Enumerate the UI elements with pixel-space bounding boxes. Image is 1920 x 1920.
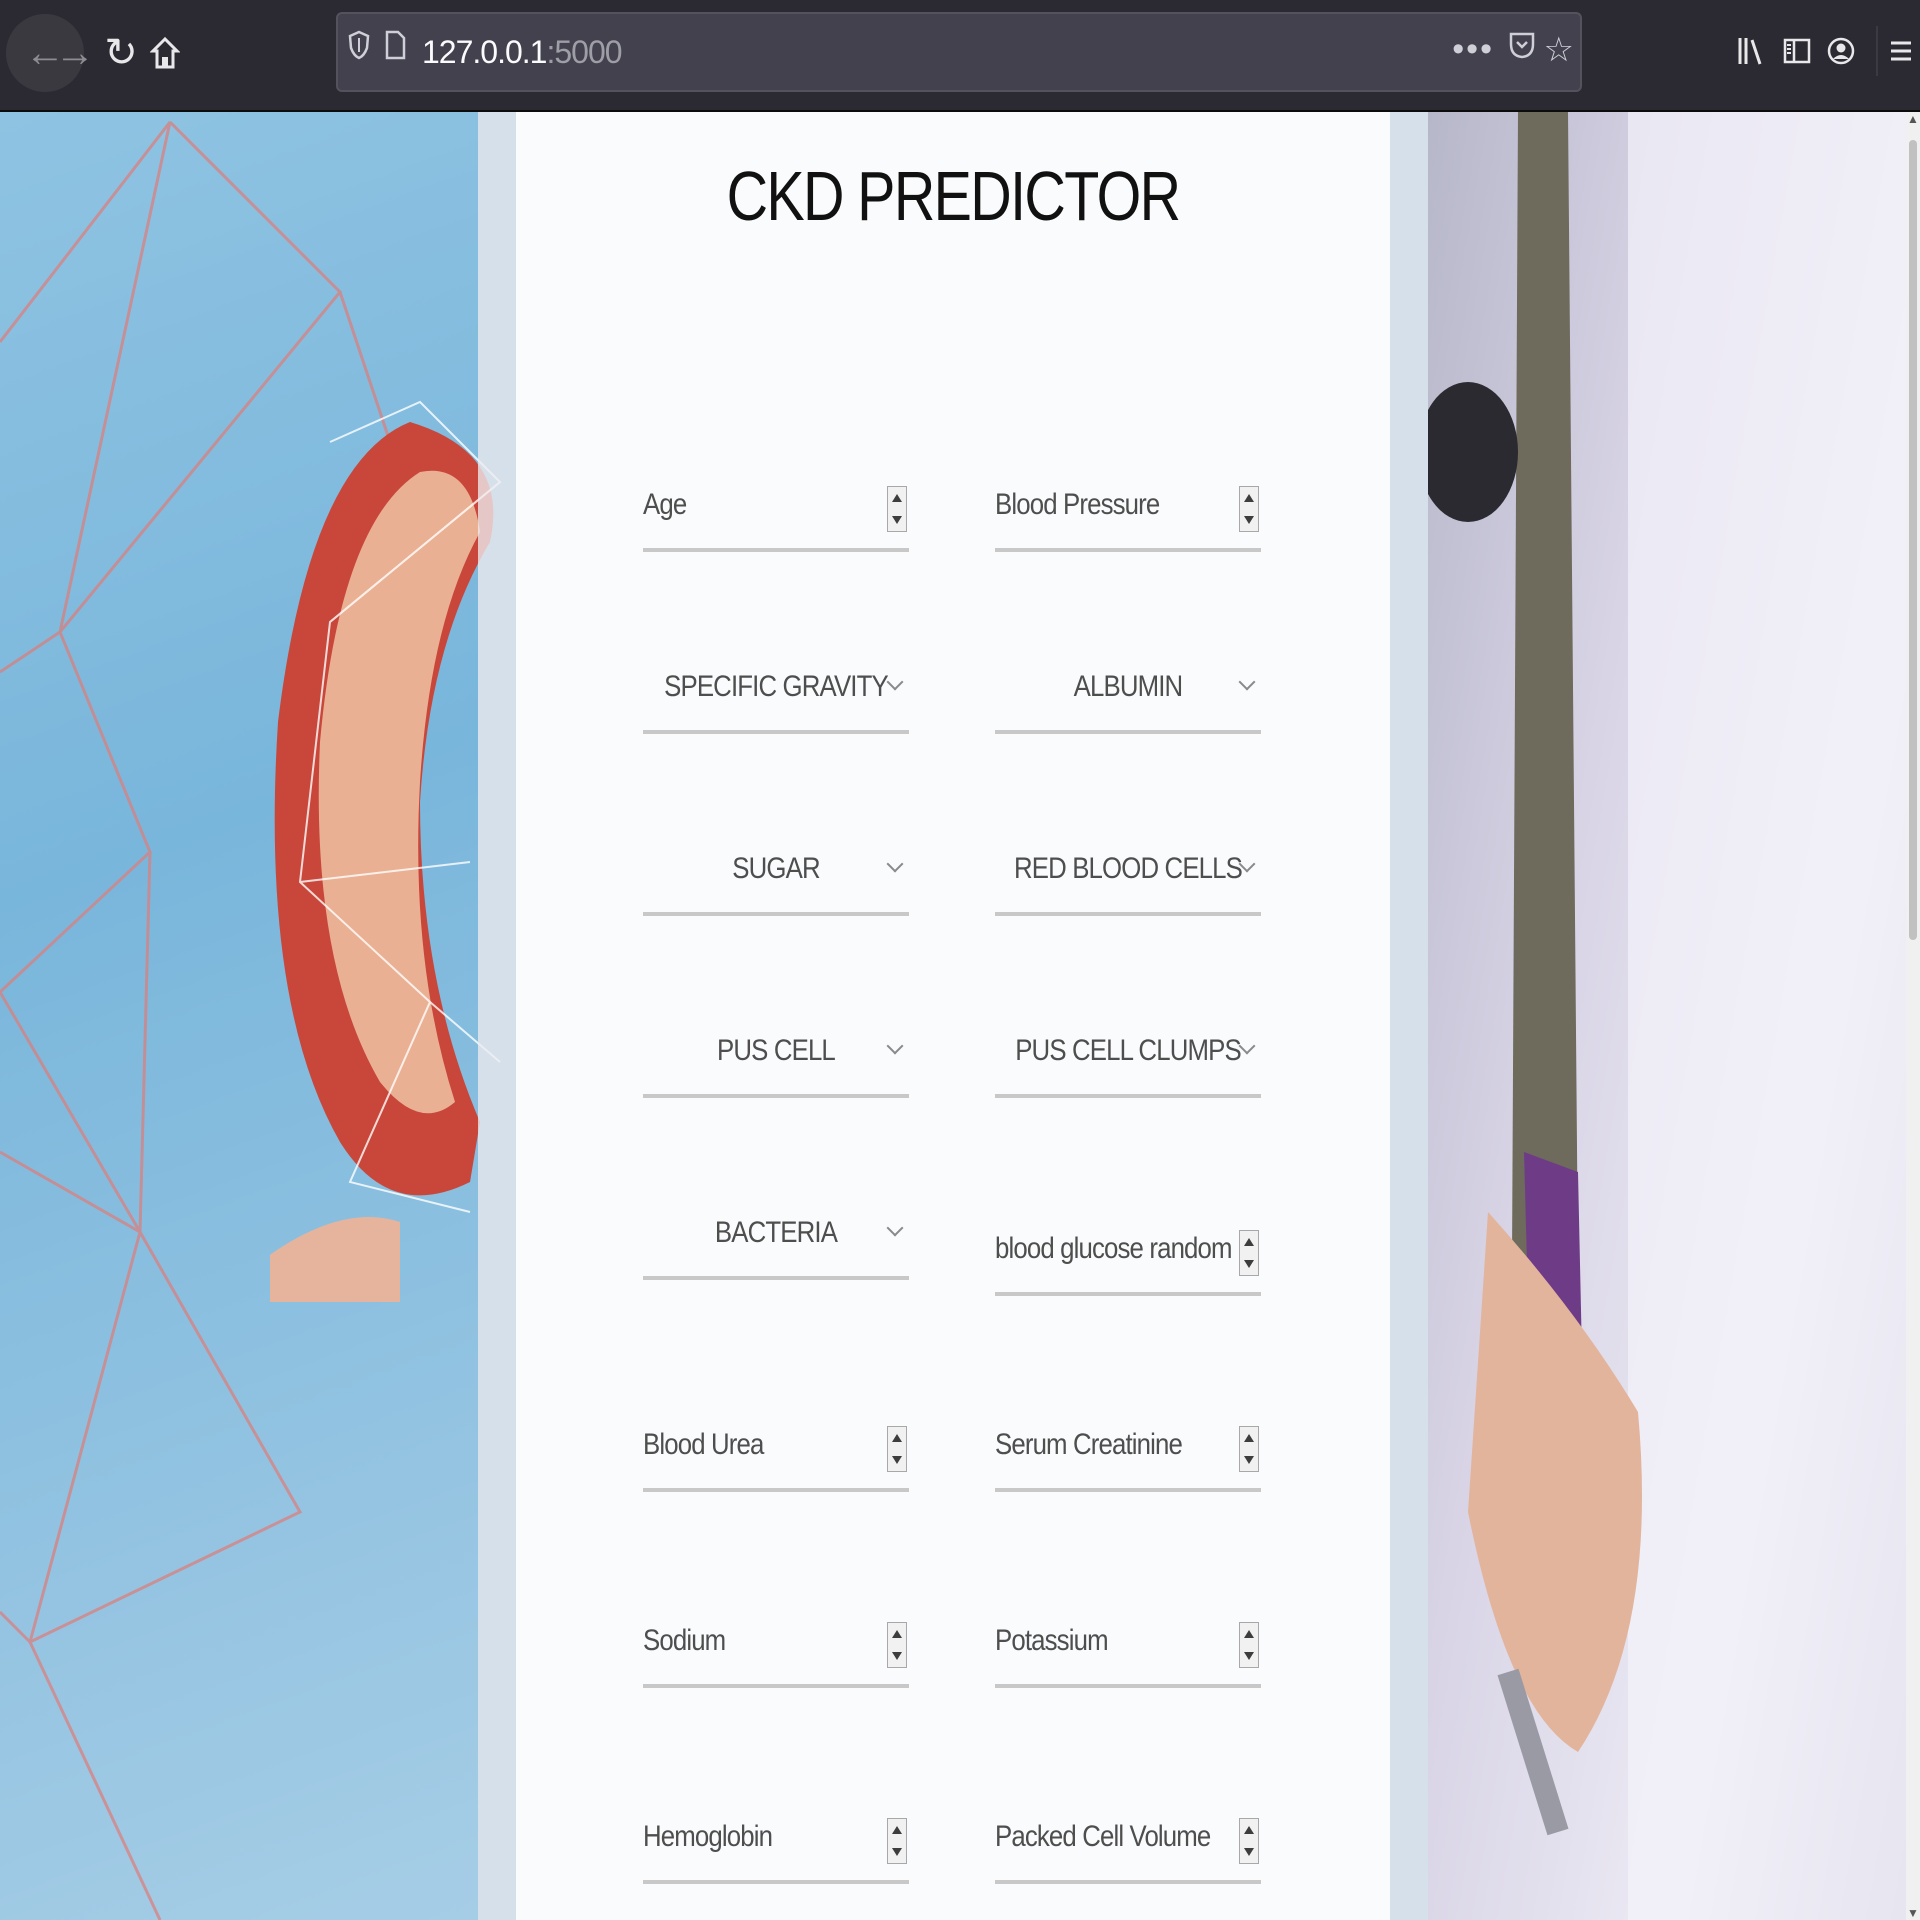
home-button[interactable] bbox=[126, 14, 204, 92]
bacteria-selected: BACTERIA bbox=[714, 1216, 838, 1249]
library-icon[interactable] bbox=[1728, 26, 1774, 76]
age-input[interactable]: Age bbox=[643, 472, 909, 552]
blood-glucose-random-placeholder: blood glucose random bbox=[995, 1232, 1233, 1265]
doctor-clipboard-illustration bbox=[1418, 112, 1906, 1920]
albumin-select[interactable]: ALBUMIN bbox=[995, 654, 1261, 734]
sugar-selected: SUGAR bbox=[732, 852, 820, 885]
sugar-select[interactable]: SUGAR bbox=[643, 836, 909, 916]
blood-urea-spinner[interactable] bbox=[887, 1426, 907, 1472]
pus-cell-select[interactable]: PUS CELL bbox=[643, 1018, 909, 1098]
specific-gravity-select[interactable]: SPECIFIC GRAVITY bbox=[643, 654, 909, 734]
hamburger-menu-icon[interactable] bbox=[1876, 26, 1920, 76]
home-icon bbox=[150, 36, 180, 69]
age-spinner[interactable] bbox=[887, 486, 907, 532]
url-bar[interactable]: 127.0.0.1:5000 ••• ☆ bbox=[336, 12, 1582, 92]
blood-glucose-random-input[interactable]: blood glucose random bbox=[995, 1216, 1261, 1296]
albumin-selected: ALBUMIN bbox=[1073, 670, 1184, 703]
potassium-placeholder: Potassium bbox=[995, 1624, 1109, 1657]
page-title: CKD PREDICTOR bbox=[726, 157, 1181, 235]
page-scrollbar[interactable]: ▲ ▼ bbox=[1906, 112, 1920, 1920]
blood-urea-input[interactable]: Blood Urea bbox=[643, 1412, 909, 1492]
age-placeholder: Age bbox=[643, 488, 687, 521]
background-right-image bbox=[1418, 112, 1906, 1920]
browser-toolbar: ← → ↻ 127.0.0.1:5000 ••• ☆ bbox=[0, 0, 1920, 112]
serum-creatinine-spinner[interactable] bbox=[1239, 1426, 1259, 1472]
packed-cell-volume-spinner[interactable] bbox=[1239, 1818, 1259, 1864]
scroll-down-arrow-icon[interactable]: ▼ bbox=[1906, 1906, 1920, 1920]
url-port: :5000 bbox=[546, 34, 622, 70]
pocket-icon[interactable] bbox=[1508, 30, 1536, 69]
scroll-up-arrow-icon[interactable]: ▲ bbox=[1906, 112, 1920, 126]
sodium-input[interactable]: Sodium bbox=[643, 1608, 909, 1688]
serum-creatinine-input[interactable]: Serum Creatinine bbox=[995, 1412, 1261, 1492]
hemoglobin-input[interactable]: Hemoglobin bbox=[643, 1804, 909, 1884]
page-icon[interactable] bbox=[384, 30, 406, 69]
hemoglobin-placeholder: Hemoglobin bbox=[643, 1820, 773, 1853]
pus-cell-clumps-select[interactable]: PUS CELL CLUMPS bbox=[995, 1018, 1261, 1098]
potassium-input[interactable]: Potassium bbox=[995, 1608, 1261, 1688]
prediction-form-card: CKD PREDICTOR Age Blood Pressure SPECIFI… bbox=[516, 112, 1390, 1920]
packed-cell-volume-placeholder: Packed Cell Volume bbox=[995, 1820, 1211, 1853]
blood-urea-placeholder: Blood Urea bbox=[643, 1428, 764, 1461]
page-viewport: CKD PREDICTOR Age Blood Pressure SPECIFI… bbox=[0, 112, 1906, 1920]
sodium-spinner[interactable] bbox=[887, 1622, 907, 1668]
account-icon[interactable] bbox=[1818, 26, 1864, 76]
hemoglobin-spinner[interactable] bbox=[887, 1818, 907, 1864]
url-text[interactable]: 127.0.0.1:5000 bbox=[422, 34, 623, 71]
pus-cell-clumps-selected: PUS CELL CLUMPS bbox=[1015, 1034, 1241, 1067]
url-host: 127.0.0.1 bbox=[422, 34, 547, 70]
page-actions-icon[interactable]: ••• bbox=[1452, 30, 1494, 69]
blood-pressure-input[interactable]: Blood Pressure bbox=[995, 472, 1261, 552]
blood-pressure-spinner[interactable] bbox=[1239, 486, 1259, 532]
packed-cell-volume-input[interactable]: Packed Cell Volume bbox=[995, 1804, 1261, 1884]
bacteria-select[interactable]: BACTERIA bbox=[643, 1200, 909, 1280]
sidebar-icon[interactable] bbox=[1774, 26, 1820, 76]
potassium-spinner[interactable] bbox=[1239, 1622, 1259, 1668]
scroll-thumb[interactable] bbox=[1909, 140, 1917, 940]
blood-glucose-random-spinner[interactable] bbox=[1239, 1230, 1259, 1276]
bookmark-star-icon[interactable]: ☆ bbox=[1544, 30, 1574, 70]
sodium-placeholder: Sodium bbox=[643, 1624, 726, 1657]
specific-gravity-selected: SPECIFIC GRAVITY bbox=[664, 670, 889, 703]
red-blood-cells-select[interactable]: RED BLOOD CELLS bbox=[995, 836, 1261, 916]
tracking-shield-icon[interactable] bbox=[348, 30, 370, 69]
blood-pressure-placeholder: Blood Pressure bbox=[995, 488, 1160, 521]
pus-cell-selected: PUS CELL bbox=[717, 1034, 836, 1067]
red-blood-cells-selected: RED BLOOD CELLS bbox=[1014, 852, 1243, 885]
serum-creatinine-placeholder: Serum Creatinine bbox=[995, 1428, 1183, 1461]
